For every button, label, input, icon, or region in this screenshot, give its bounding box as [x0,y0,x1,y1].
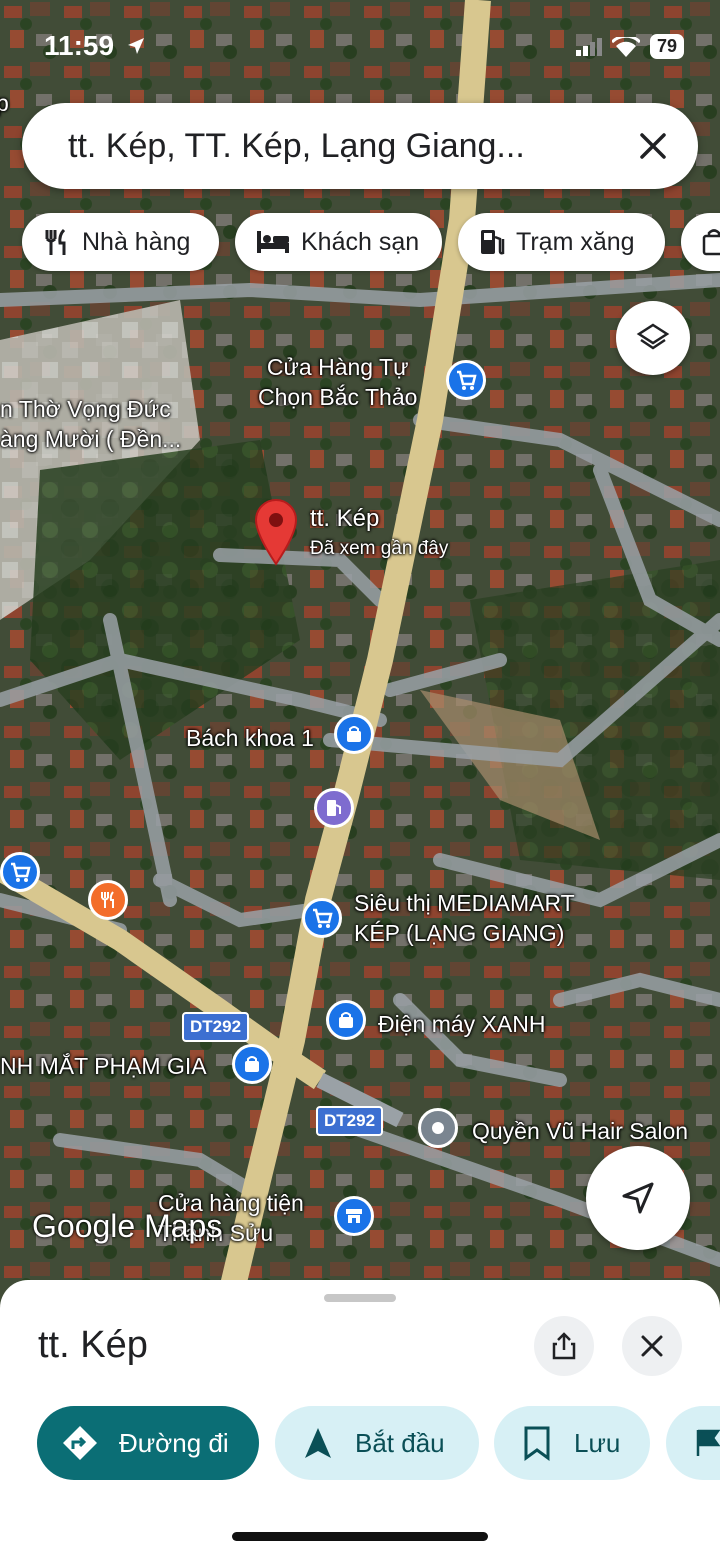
store-icon [346,1209,362,1223]
shop-pin[interactable] [232,1044,272,1084]
road-badge: DT292 [316,1106,384,1136]
place-title: tt. Kép [38,1324,148,1366]
shop-pin[interactable] [326,1000,366,1040]
chip-gas-stations[interactable]: Trạm xăng [458,213,665,271]
restaurant-icon [101,891,114,908]
layers-button[interactable] [616,301,690,375]
home-indicator[interactable] [232,1532,488,1541]
search-query[interactable]: tt. Kép, TT. Kép, Lạng Giang... [68,127,525,166]
gas-station-pin[interactable] [314,788,354,828]
generic-place-pin[interactable] [418,1108,458,1148]
shopping-cart-pin[interactable] [0,852,40,892]
navigation-arrow-icon [622,1182,654,1214]
more-action-button[interactable] [666,1406,720,1480]
save-button[interactable]: Lưu [494,1406,650,1480]
dot-icon [432,1122,444,1134]
place-label-dien-may-xanh[interactable]: Điện máy XANH [378,1009,545,1039]
chip-hotels[interactable]: Khách sạn [235,213,442,271]
layers-icon [636,323,670,350]
shopping-cart-icon [313,908,333,928]
chip-restaurants[interactable]: Nhà hàng [22,213,219,271]
chip-label: Nhà hàng [82,227,191,256]
restaurant-pin[interactable] [88,880,128,920]
place-label-pham-gia[interactable]: NH MẮT PHẠM GIA [0,1051,207,1081]
gas-station-icon [481,230,505,255]
selected-place-name[interactable]: tt. Kép [310,504,379,534]
directions-button[interactable]: Đường đi [37,1406,259,1480]
selected-location-marker-icon[interactable] [250,496,302,566]
google-maps-watermark: Google Maps [32,1208,223,1244]
flag-icon [696,1429,720,1456]
share-icon [552,1332,576,1360]
place-label-bac-thao[interactable]: Cửa Hàng Tự Chọn Bắc Thảo [258,352,417,412]
signal-icon [575,37,602,56]
directions-icon [63,1426,97,1460]
gas-station-icon [327,800,341,816]
place-label-bach-khoa[interactable]: Bách khoa 1 [186,723,314,753]
road-badge: DT292 [182,1012,250,1042]
battery-level: 79 [649,34,684,59]
place-label-temple[interactable]: n Thờ Vọng Đức àng Mười ( Đền... [0,394,181,454]
shopping-bag-icon [347,726,361,742]
place-bottom-sheet[interactable]: tt. Kép Đường đi Bắt đầu Lưu [0,1280,720,1557]
store-pin[interactable] [334,1196,374,1236]
chip-label: Khách sạn [301,227,420,256]
close-icon[interactable] [636,129,670,163]
shopping-bag-icon [339,1012,353,1028]
shopping-bag-icon [245,1056,259,1072]
location-arrow-icon [128,38,144,54]
shopping-bag-icon [702,229,720,256]
place-label-mediamart[interactable]: Siêu thị MEDIAMART KÉP (LẠNG GIANG) [354,888,575,948]
directions-label: Đường đi [119,1427,229,1458]
selected-place-subtitle: Đã xem gần đây [310,538,449,559]
place-label-hair-salon[interactable]: Quyền Vũ Hair Salon [472,1116,688,1146]
sheet-drag-handle[interactable] [324,1294,396,1302]
shopping-cart-pin[interactable] [446,360,486,400]
status-time: 11:59 [44,30,115,61]
chip-label: Trạm xăng [516,227,635,256]
restaurant-icon [45,228,66,255]
map-edge-label: p [0,90,9,116]
search-bar[interactable]: tt. Kép, TT. Kép, Lạng Giang... [22,103,698,189]
navigation-arrow-icon [305,1428,331,1458]
status-bar: 11:59 79 [0,0,720,90]
shopping-cart-icon [457,370,477,390]
share-button[interactable] [534,1316,594,1376]
save-label: Lưu [574,1427,621,1458]
my-location-button[interactable] [586,1146,690,1250]
wifi-icon [611,36,640,57]
shopping-cart-icon [11,862,31,882]
close-sheet-button[interactable] [622,1316,682,1376]
hotel-icon [257,231,289,253]
shop-pin[interactable] [334,714,374,754]
start-label: Bắt đầu [355,1427,445,1458]
start-button[interactable]: Bắt đầu [275,1406,479,1480]
bookmark-icon [524,1426,550,1461]
close-icon [641,1335,663,1357]
shopping-cart-pin[interactable] [302,898,342,938]
